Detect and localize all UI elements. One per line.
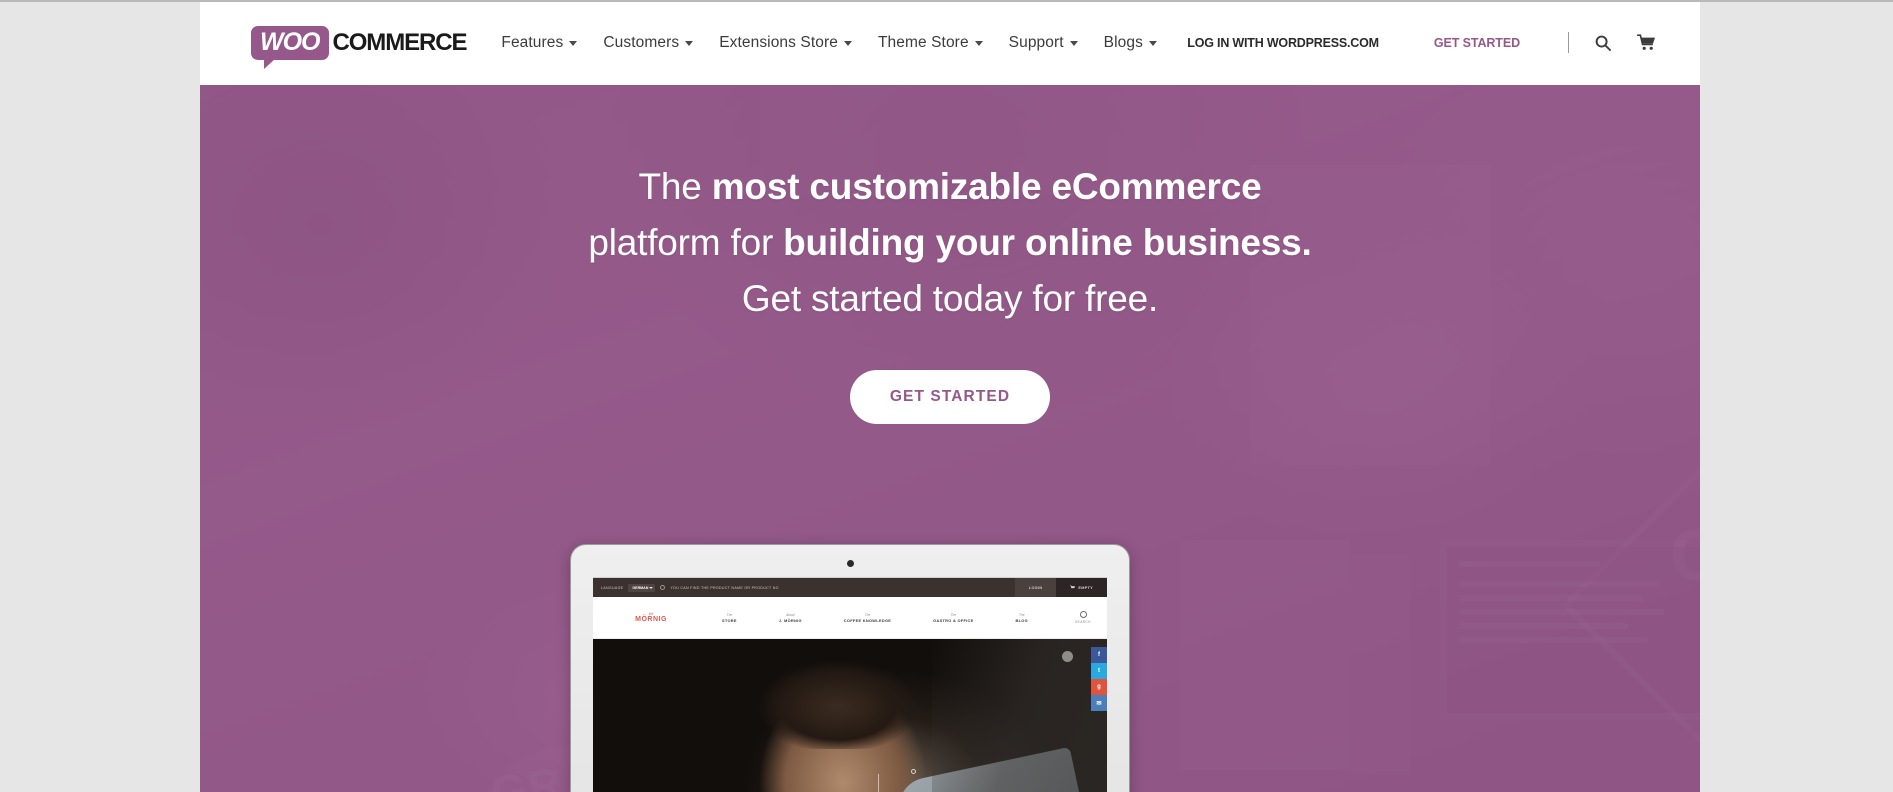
- mock-site-nav-items: The STORE About J. MÖRNIG The COFFEE KNO…: [701, 613, 1049, 623]
- search-icon[interactable]: [1595, 35, 1611, 51]
- mock-login-button[interactable]: LOGIN: [1014, 578, 1057, 597]
- mock-site-topbar: LANGUAGE GERMAN YOU CAN FIND THE PRODUCT…: [593, 578, 1107, 597]
- logo-bubble-mark: WOO: [251, 25, 329, 69]
- header-get-started-link[interactable]: GET STARTED: [1434, 36, 1520, 50]
- mock-search-icon: [1079, 611, 1087, 618]
- nav-label: Support: [1008, 33, 1064, 51]
- nav-label: Theme Store: [877, 33, 969, 51]
- mock-nav-item-gastro-office[interactable]: The GASTRO & OFFICE: [933, 613, 973, 623]
- mock-nav-label: BLOG: [1015, 617, 1028, 623]
- mock-language-select[interactable]: GERMAN: [628, 583, 656, 592]
- mock-topbar-search-icon[interactable]: [660, 585, 666, 590]
- viewport-top-rule: [0, 0, 1893, 2]
- mock-nav-label: GASTRO & OFFICE: [933, 617, 974, 623]
- page-container: WOO COMMERCE Features Customers Extensio…: [200, 0, 1700, 792]
- mock-hero-earbud: [911, 769, 916, 774]
- mock-hero-badge-icon: [1062, 651, 1073, 662]
- mock-nav-label: J. MÖRNIG: [778, 617, 802, 623]
- mock-nav-item-coffee-knowledge[interactable]: The COFFEE KNOWLEDGE: [844, 613, 891, 623]
- nav-item-support[interactable]: Support: [996, 34, 1091, 52]
- laptop-mockup: LANGUAGE GERMAN YOU CAN FIND THE PRODUCT…: [570, 544, 1130, 792]
- mock-topbar-right: LOGIN EMPTY: [1014, 578, 1107, 597]
- googleplus-share-button[interactable]: g: [1091, 679, 1107, 695]
- nav-item-features[interactable]: Features: [488, 34, 590, 52]
- chevron-down-icon: [843, 41, 852, 46]
- hero-get-started-button[interactable]: GET STARTED: [849, 370, 1051, 424]
- hero-line1-plain: The: [638, 166, 712, 207]
- mock-nav-pre: The: [726, 612, 733, 617]
- nav-label: Customers: [603, 33, 680, 51]
- header-actions: LOG IN WITH WORDPRESS.COM GET STARTED: [1187, 32, 1656, 53]
- mock-social-share-rail: f t g ✉: [1091, 647, 1107, 711]
- site-header: WOO COMMERCE Features Customers Extensio…: [200, 0, 1700, 85]
- mock-site-search[interactable]: SEARCH: [1059, 611, 1107, 624]
- chevron-down-icon: [685, 41, 694, 46]
- primary-navigation: Features Customers Extensions Store Them…: [488, 34, 1170, 52]
- nav-item-customers[interactable]: Customers: [590, 34, 706, 52]
- laptop-screen: LANGUAGE GERMAN YOU CAN FIND THE PRODUCT…: [593, 577, 1107, 792]
- nav-label: Features: [501, 33, 564, 51]
- hero-line2-plain: platform for: [588, 222, 784, 263]
- mock-nav-label: COFFEE KNOWLEDGE: [843, 617, 892, 623]
- facebook-share-button[interactable]: f: [1091, 647, 1107, 663]
- nav-item-blogs[interactable]: Blogs: [1091, 34, 1170, 52]
- woocommerce-logo[interactable]: WOO COMMERCE: [251, 23, 468, 69]
- nav-label: Extensions Store: [719, 33, 838, 51]
- laptop-camera: [846, 560, 854, 567]
- mock-nav-item-about[interactable]: About J. MÖRNIG: [779, 613, 802, 623]
- mock-logo-main: MÖRNIG: [635, 616, 667, 623]
- mock-search-label: SEARCH: [1075, 620, 1091, 624]
- mock-nav-label: STORE: [721, 617, 737, 623]
- login-with-wordpress-link[interactable]: LOG IN WITH WORDPRESS.COM: [1187, 36, 1379, 50]
- mock-nav-item-store[interactable]: The STORE: [722, 613, 737, 623]
- mock-nav-pre: About: [786, 612, 795, 617]
- hero-headline: The most customizable eCommerce platform…: [200, 159, 1700, 327]
- chevron-down-icon: [1069, 41, 1078, 46]
- mock-nav-pre: The: [950, 612, 957, 617]
- hero-headline-line-1: The most customizable eCommerce: [200, 159, 1700, 215]
- mock-hero-person-hair: [743, 644, 933, 749]
- mock-cart-label: EMPTY: [1078, 585, 1093, 590]
- mock-site-nav: the MÖRNIG The STORE About J. MÖRNIG The…: [593, 597, 1107, 639]
- mock-nav-item-blog[interactable]: The BLOG: [1016, 613, 1028, 623]
- mock-nav-pre: The: [864, 612, 871, 617]
- mock-nav-pre: The: [1018, 612, 1025, 617]
- hero-line1-bold: most customizable eCommerce: [711, 166, 1262, 207]
- nav-item-extensions-store[interactable]: Extensions Store: [706, 34, 865, 52]
- chevron-down-icon: [1148, 41, 1157, 46]
- logo-woo-text: WOO: [260, 27, 320, 56]
- chevron-down-icon: [569, 41, 578, 46]
- mock-topbar-search-placeholder[interactable]: YOU CAN FIND THE PRODUCT NAME OR PRODUCT…: [670, 586, 778, 590]
- hero-section: GRAVITY COFFEE The most customizable eCo…: [200, 85, 1700, 792]
- cart-icon[interactable]: [1637, 34, 1656, 51]
- email-share-button[interactable]: ✉: [1091, 695, 1107, 711]
- mock-hero-gradient-panel: [932, 639, 1107, 792]
- mock-cart-button[interactable]: EMPTY: [1056, 578, 1107, 597]
- mock-topbar-left: LANGUAGE GERMAN YOU CAN FIND THE PRODUCT…: [601, 583, 779, 592]
- mock-site-logo[interactable]: the MÖRNIG: [611, 612, 691, 623]
- nav-label: Blogs: [1103, 33, 1143, 51]
- chevron-down-icon: [974, 41, 983, 46]
- logo-commerce-text: COMMERCE: [332, 28, 468, 56]
- twitter-share-button[interactable]: t: [1091, 663, 1107, 679]
- hero-headline-line-2: platform for building your online busine…: [200, 215, 1700, 271]
- mock-language-label: LANGUAGE: [601, 585, 624, 590]
- mock-cart-icon: [1070, 585, 1076, 589]
- hero-headline-line-3: Get started today for free.: [741, 278, 1159, 319]
- nav-item-theme-store[interactable]: Theme Store: [865, 34, 996, 52]
- hero-line2-bold: building your online business.: [783, 222, 1312, 263]
- mock-site-hero: f t g ✉ check out the miracle FOLLOW THE…: [593, 639, 1107, 792]
- header-divider: [1568, 32, 1569, 53]
